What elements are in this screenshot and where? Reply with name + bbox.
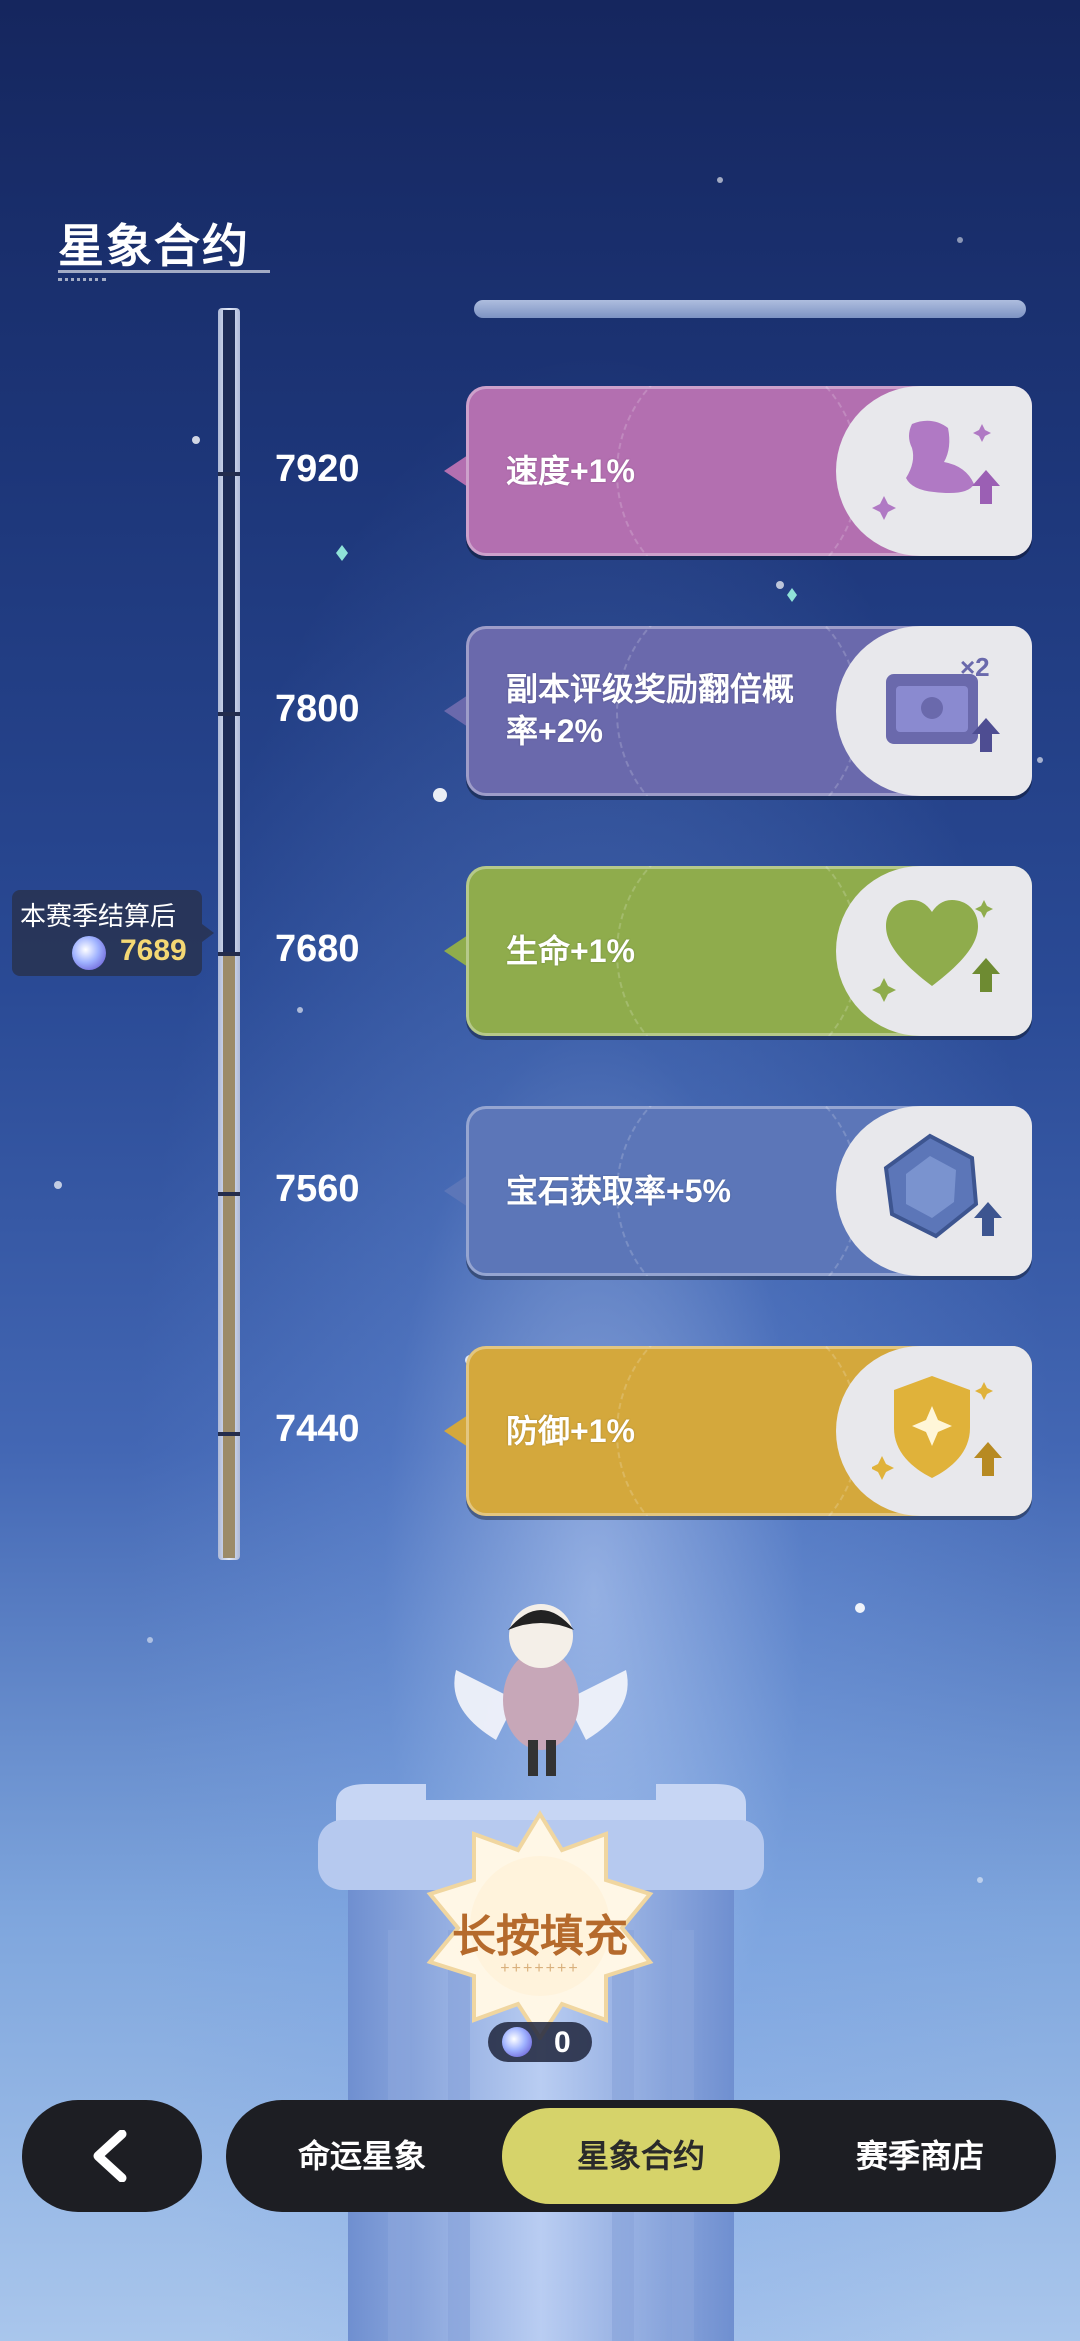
tab-fate-stars[interactable]: 命运星象 bbox=[248, 2108, 476, 2204]
marker-value: 7689 bbox=[120, 934, 187, 967]
back-button[interactable] bbox=[22, 2100, 202, 2212]
reward-text: 宝石获取率+5% bbox=[506, 1173, 731, 1209]
reward-card-double-drop[interactable]: 副本评级奖励翻倍概率+2% ×2 bbox=[466, 626, 1032, 796]
reward-text: 副本评级奖励翻倍概率+2% bbox=[506, 671, 795, 749]
card-pointer bbox=[444, 935, 468, 967]
fill-button-dots: +++++++ bbox=[500, 1960, 580, 1977]
card-list-top-rail bbox=[474, 300, 1026, 318]
reward-text: 防御+1% bbox=[506, 1413, 635, 1449]
title-dots bbox=[58, 278, 106, 281]
card-decoration bbox=[616, 1346, 860, 1516]
fill-cost-badge: 0 bbox=[488, 2022, 592, 2062]
reward-text: 速度+1% bbox=[506, 453, 635, 489]
double-chest-icon: ×2 bbox=[886, 652, 1000, 752]
back-arrow-icon bbox=[93, 2130, 127, 2182]
marker-label: 本赛季结算后 bbox=[20, 901, 177, 931]
track-tick bbox=[218, 712, 240, 716]
card-pointer bbox=[444, 455, 468, 487]
milestone-level: 7920 bbox=[275, 448, 360, 490]
reward-icon-panel bbox=[836, 1106, 1032, 1276]
star-orb-icon bbox=[72, 936, 106, 970]
card-pointer bbox=[444, 695, 468, 727]
milestone-level: 7800 bbox=[275, 688, 360, 730]
title-underline bbox=[58, 270, 270, 273]
reward-icon-panel bbox=[836, 866, 1032, 1036]
reward-icon-panel: ×2 bbox=[836, 626, 1032, 796]
reward-card-speed[interactable]: 速度+1% bbox=[466, 386, 1032, 556]
reward-icon-panel bbox=[836, 386, 1032, 556]
track-tick bbox=[218, 952, 240, 956]
reward-card-life[interactable]: 生命+1% bbox=[466, 866, 1032, 1036]
star-orb-icon bbox=[502, 2027, 532, 2057]
shield-icon bbox=[872, 1376, 1002, 1480]
card-decoration bbox=[616, 386, 860, 556]
milestone-level: 7560 bbox=[275, 1168, 360, 1210]
reward-card-defense[interactable]: 防御+1% bbox=[466, 1346, 1032, 1516]
tab-season-shop[interactable]: 赛季商店 bbox=[806, 2108, 1034, 2204]
milestone-level: 7680 bbox=[275, 928, 360, 970]
track-tick bbox=[218, 1432, 240, 1436]
progress-track-fill bbox=[223, 952, 235, 1558]
page-title: 星象合约 bbox=[58, 220, 250, 272]
track-tick bbox=[218, 472, 240, 476]
player-character bbox=[454, 1604, 628, 1776]
gem-icon bbox=[883, 1133, 1002, 1239]
current-score-marker: 本赛季结算后 7689 bbox=[12, 890, 214, 976]
fill-cost-value: 0 bbox=[554, 2026, 571, 2059]
reward-icon-panel bbox=[836, 1346, 1032, 1516]
card-pointer bbox=[444, 1415, 468, 1447]
milestone-level: 7440 bbox=[275, 1408, 360, 1450]
card-pointer bbox=[444, 1175, 468, 1207]
heart-icon bbox=[872, 900, 1000, 1002]
speed-boot-icon bbox=[872, 420, 1000, 520]
reward-card-gem[interactable]: 宝石获取率+5% bbox=[466, 1106, 1032, 1276]
card-decoration bbox=[616, 866, 860, 1036]
reward-text: 生命+1% bbox=[506, 933, 635, 969]
tab-star-contract[interactable]: 星象合约 bbox=[502, 2108, 780, 2204]
bottom-tab-bar: 命运星象 星象合约 赛季商店 bbox=[226, 2100, 1056, 2212]
fill-button-label: 长按填充 bbox=[452, 1912, 628, 1961]
chest-badge: ×2 bbox=[960, 652, 990, 682]
long-press-fill-button[interactable]: 长按填充 +++++++ bbox=[410, 1810, 670, 2040]
track-tick bbox=[218, 1192, 240, 1196]
